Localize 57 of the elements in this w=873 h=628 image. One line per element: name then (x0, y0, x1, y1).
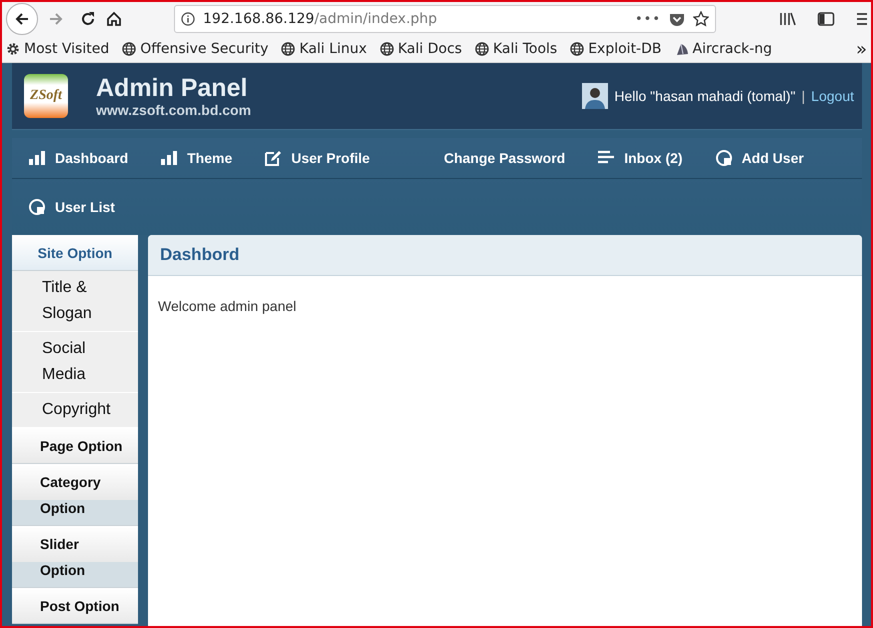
edit-icon (264, 149, 282, 167)
bookmarks-overflow-button[interactable]: » (856, 38, 867, 60)
bookmark-link[interactable]: Kali Docs (380, 41, 462, 57)
sidebar-heading[interactable]: Site Option (12, 235, 138, 271)
site-url: www.zsoft.com.bd.com (96, 102, 252, 118)
nav-link[interactable]: Theme (144, 138, 248, 178)
bookmark-link[interactable]: Offensive Security (122, 41, 268, 57)
info-icon (181, 12, 195, 26)
globe-icon (570, 42, 584, 56)
nav-link[interactable]: Dashboard (12, 138, 144, 178)
sidebar-heading[interactable]: Slider Option (12, 526, 138, 588)
wing-icon (674, 42, 688, 56)
bookmark-link[interactable]: Kali Linux (281, 41, 367, 57)
bar-chart-icon (160, 149, 178, 167)
welcome-text: Welcome admin panel (157, 297, 298, 316)
site-title: Admin Panel (96, 74, 248, 102)
library-icon[interactable] (779, 11, 797, 27)
sidebar-heading[interactable]: Page Option (12, 428, 138, 464)
sidebar-item[interactable]: Title & Slogan (12, 271, 138, 332)
nav-link[interactable]: Add User (698, 138, 820, 178)
bookmark-link[interactable]: Exploit-DB (570, 41, 662, 57)
avatar-icon (582, 83, 608, 109)
sidebar-icon[interactable] (817, 11, 835, 27)
reload-icon[interactable] (80, 11, 96, 27)
bookmark-link[interactable]: Kali Tools (474, 41, 558, 57)
pie-chart-icon (714, 149, 733, 167)
nav-link[interactable]: User Profile (248, 138, 386, 178)
bookmark-link[interactable]: Aircrack-ng (674, 41, 772, 57)
pocket-icon[interactable] (669, 11, 685, 27)
bar-chart-icon (28, 149, 46, 167)
sidebar-item[interactable]: Copyright (12, 393, 138, 428)
bookmark-link[interactable]: Most Visited (6, 41, 110, 57)
nav-link[interactable]: User List (12, 187, 131, 227)
panel-title: Dashbord (148, 235, 862, 276)
page-actions-button[interactable]: ••• (634, 12, 661, 26)
address-bar[interactable]: 192.168.86.129/admin/index.php ••• (174, 5, 716, 33)
sidebar-heading[interactable]: Post Option (12, 588, 138, 624)
menu-icon[interactable] (855, 11, 867, 27)
back-arrow-icon (14, 11, 30, 27)
forward-arrow-icon (48, 11, 64, 27)
globe-icon (122, 42, 136, 56)
greeting-text: Hello "hasan mahadi (tomal)" (614, 88, 796, 104)
home-icon[interactable] (106, 11, 122, 27)
back-button[interactable] (6, 3, 38, 35)
globe-icon (380, 42, 394, 56)
pie-chart-icon (28, 198, 46, 216)
globe-icon (281, 42, 296, 56)
separator-text: | (802, 88, 806, 104)
sidebar-heading[interactable]: Category Option (12, 464, 138, 526)
nav-link[interactable]: Inbox (2) (581, 138, 699, 178)
logout-link[interactable]: Logout (811, 88, 854, 104)
gear-icon (6, 42, 20, 56)
star-icon[interactable] (693, 11, 709, 27)
sidebar-item[interactable]: Social Media (12, 332, 138, 393)
logo: ZSoft (24, 74, 68, 118)
globe-icon (474, 42, 489, 56)
nav-link[interactable]: Change Password (386, 138, 582, 178)
